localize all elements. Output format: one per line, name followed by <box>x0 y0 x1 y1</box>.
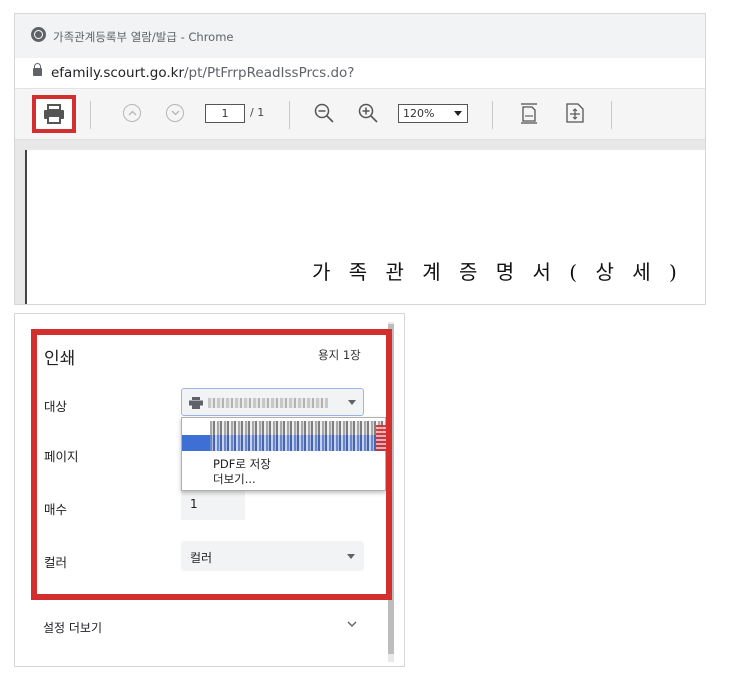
next-page-icon <box>171 110 179 116</box>
document-heading: 가 족 관 계 증 명 서 ( 상 세 ) <box>312 260 683 284</box>
more-settings-button[interactable]: 설정 더보기 <box>43 619 102 636</box>
document-area: 가 족 관 계 증 명 서 ( 상 세 ) <box>15 140 705 304</box>
window-title: 가족관계등록부 열람/발급 - Chrome <box>53 30 234 44</box>
pdf-viewer-window: 가족관계등록부 열람/발급 - Chrome efamily.scourt.go… <box>14 13 706 305</box>
previous-page-icon <box>128 110 136 116</box>
fit-page-icon[interactable] <box>564 102 586 124</box>
print-button[interactable] <box>32 95 76 133</box>
print-icon <box>44 104 64 124</box>
toolbar-separator <box>492 101 493 129</box>
url-path: /pt/PtFrrpReadIssPrcs.do? <box>184 65 355 81</box>
toolbar-separator <box>611 101 612 129</box>
zoom-select[interactable]: 120% <box>398 104 468 123</box>
next-page-button[interactable] <box>166 104 184 122</box>
url-text: efamily.scourt.go.kr/pt/PtFrrpReadIssPrc… <box>51 65 354 81</box>
page-number-input[interactable]: 1 <box>205 104 245 123</box>
zoom-level: 120% <box>403 107 435 120</box>
pdf-toolbar: 1 / 1 120% <box>15 89 705 140</box>
globe-icon <box>31 27 46 42</box>
chevron-down-icon <box>454 111 462 116</box>
previous-page-button[interactable] <box>123 104 141 122</box>
lock-icon <box>33 63 42 76</box>
toolbar-separator <box>90 101 91 129</box>
document-page: 가 족 관 계 증 명 서 ( 상 세 ) <box>25 150 705 304</box>
highlight-frame <box>31 329 392 600</box>
address-bar[interactable]: efamily.scourt.go.kr/pt/PtFrrpReadIssPrc… <box>15 58 705 89</box>
fit-width-icon[interactable] <box>518 102 540 124</box>
print-dialog: 인쇄 용지 1장 대상 페이지 매수 1 컬러 컬러 PDF로 저장 더보기..… <box>14 313 405 667</box>
window-title-bar: 가족관계등록부 열람/발급 - Chrome <box>15 14 705 58</box>
page-total: / 1 <box>250 106 265 119</box>
url-domain: efamily.scourt.go.kr <box>51 65 184 81</box>
zoom-in-icon[interactable] <box>357 102 379 124</box>
zoom-out-icon[interactable] <box>313 102 335 124</box>
chevron-down-icon[interactable] <box>346 618 358 630</box>
toolbar-separator <box>289 101 290 129</box>
